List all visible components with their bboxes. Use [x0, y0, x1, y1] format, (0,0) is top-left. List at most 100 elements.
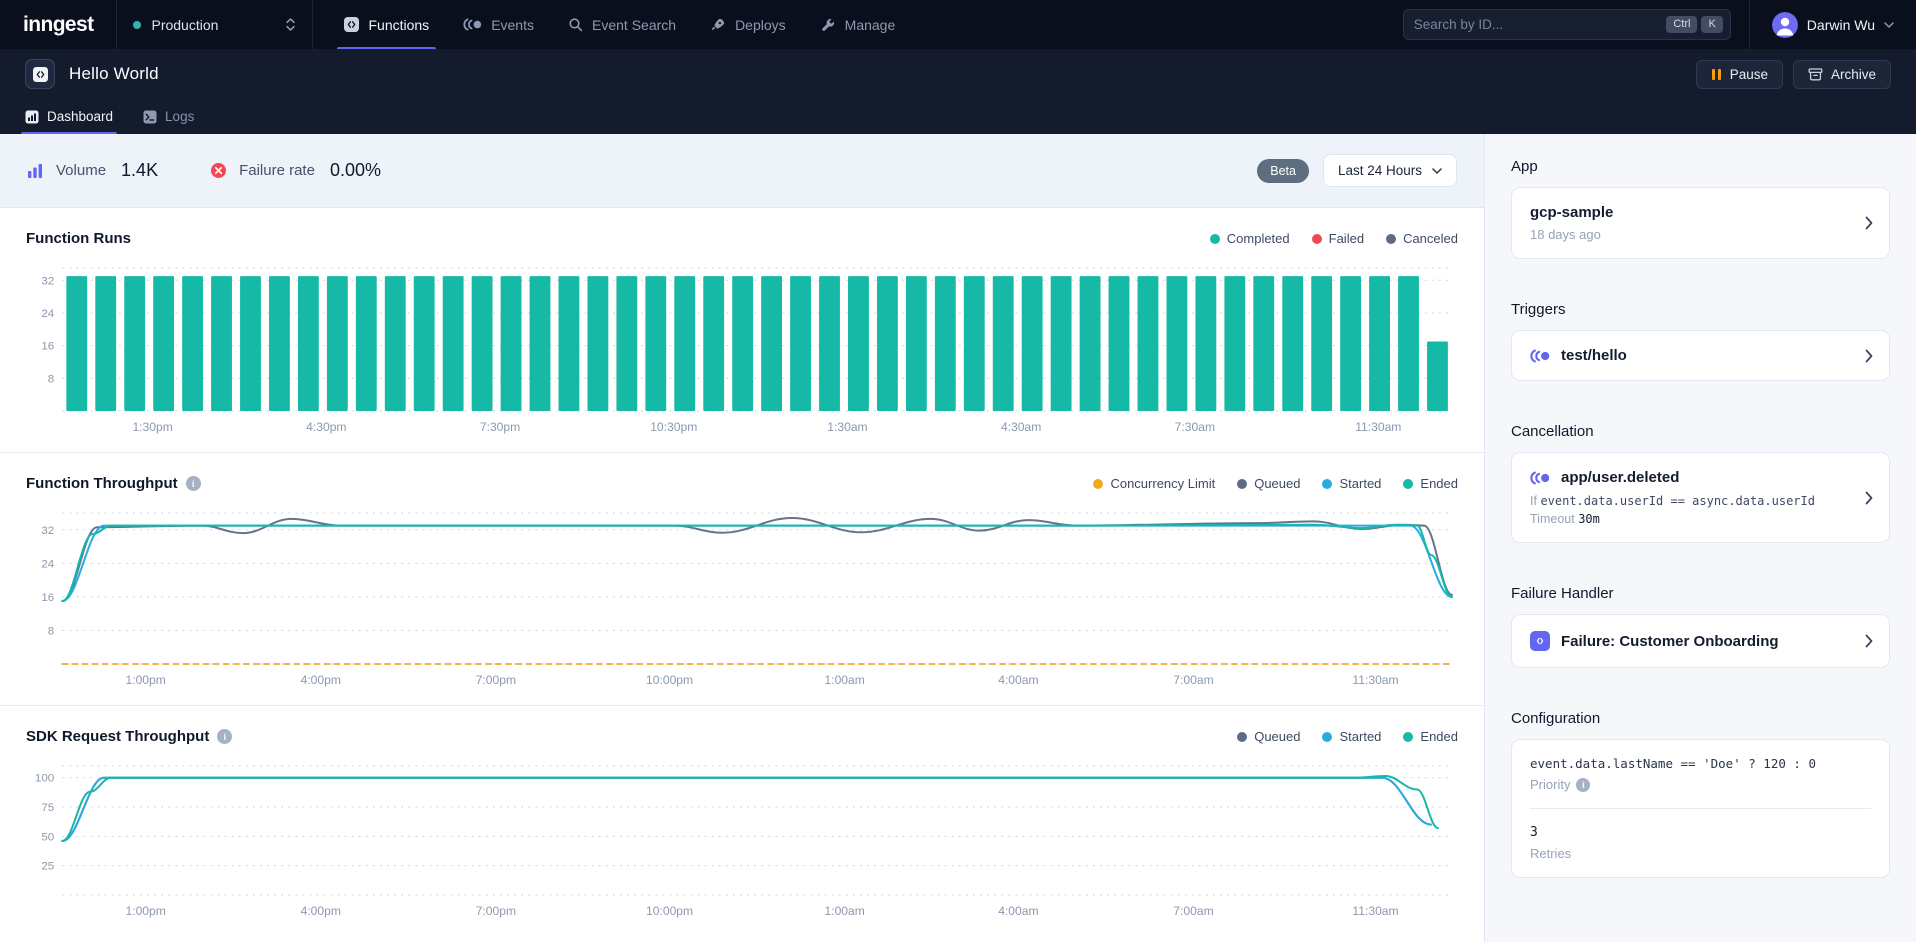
failure-rate-icon [210, 162, 227, 179]
legend-dot [1093, 479, 1103, 489]
chevron-right-icon [1865, 216, 1873, 230]
inngest-logo[interactable]: inngest [0, 0, 116, 49]
svg-text:10:00pm: 10:00pm [646, 904, 693, 918]
legend-dot [1322, 732, 1332, 742]
environment-selector[interactable]: Production [117, 0, 312, 49]
svg-text:24: 24 [41, 558, 54, 570]
app-last-synced: 18 days ago [1530, 227, 1871, 242]
logs-icon [143, 110, 157, 124]
topbar-right: Ctrl K Darwin Wu [1403, 0, 1916, 49]
triggers-heading: Triggers [1511, 301, 1890, 318]
legend-label: Completed [1227, 231, 1290, 246]
wrench-icon [820, 17, 836, 33]
app-name: gcp-sample [1530, 204, 1871, 221]
function-code-icon [1530, 631, 1550, 651]
chart-legend: Concurrency LimitQueuedStartedEnded [1093, 476, 1458, 491]
legend-label: Queued [1254, 729, 1300, 744]
nav-event-search[interactable]: Event Search [551, 0, 693, 49]
legend-item: Ended [1403, 476, 1458, 491]
nav-deploys[interactable]: Deploys [693, 0, 803, 49]
app-heading: App [1511, 158, 1890, 175]
configuration-card: event.data.lastName == 'Doe' ? 120 : 0 P… [1511, 739, 1890, 878]
nav-functions[interactable]: Functions [327, 0, 446, 49]
chart-title: Function Throughput [26, 475, 178, 492]
svg-text:4:30pm: 4:30pm [306, 420, 346, 434]
trigger-card[interactable]: test/hello [1511, 330, 1890, 381]
svg-text:10:30pm: 10:30pm [650, 420, 697, 434]
chart-legend: QueuedStartedEnded [1237, 729, 1458, 744]
sidebar: App gcp-sample 18 days ago Triggers test… [1484, 134, 1916, 942]
svg-text:7:30pm: 7:30pm [480, 420, 520, 434]
svg-text:75: 75 [41, 802, 54, 814]
function-runs-chart[interactable]: 81624321:30pm4:30pm7:30pm10:30pm1:30am4:… [26, 259, 1458, 444]
function-header: Hello World Pause Archive [0, 49, 1916, 99]
tab-label: Logs [165, 109, 194, 124]
chevron-right-icon [1865, 349, 1873, 363]
svg-text:7:30am: 7:30am [1175, 420, 1215, 434]
svg-text:1:00pm: 1:00pm [126, 904, 166, 918]
svg-text:1:00am: 1:00am [824, 673, 864, 687]
nav-manage[interactable]: Manage [803, 0, 913, 49]
sdk-throughput-chart[interactable]: 2550751001:00pm4:00pm7:00pm10:00pm1:00am… [26, 757, 1458, 928]
svg-text:16: 16 [41, 341, 54, 353]
trigger-event-name: test/hello [1561, 347, 1627, 364]
divider [1530, 808, 1871, 809]
volume-label: Volume [56, 162, 106, 179]
cancellation-card[interactable]: app/user.deleted If event.data.userId ==… [1511, 452, 1890, 543]
chart-title: SDK Request Throughput [26, 728, 209, 745]
svg-text:11:30am: 11:30am [1352, 904, 1398, 918]
cancellation-condition: event.data.userId == async.data.userId [1540, 494, 1815, 508]
volume-icon [27, 162, 44, 179]
page-title: Hello World [69, 64, 159, 84]
legend-label: Concurrency Limit [1110, 476, 1215, 491]
svg-text:7:00pm: 7:00pm [476, 904, 516, 918]
svg-text:4:00am: 4:00am [998, 904, 1038, 918]
search-box[interactable]: Ctrl K [1403, 9, 1731, 40]
legend-dot [1403, 732, 1413, 742]
tab-logs[interactable]: Logs [143, 99, 194, 134]
svg-text:32: 32 [41, 525, 54, 537]
function-runs-section: Function Runs CompletedFailedCanceled 81… [0, 208, 1484, 453]
retries-value: 3 [1530, 825, 1871, 840]
pause-button[interactable]: Pause [1696, 60, 1783, 89]
svg-text:1:00am: 1:00am [824, 904, 864, 918]
nav-events[interactable]: Events [446, 0, 551, 49]
function-throughput-section: Function Throughput i Concurrency LimitQ… [0, 453, 1484, 706]
charts: Function Runs CompletedFailedCanceled 81… [0, 208, 1484, 942]
svg-text:1:00pm: 1:00pm [126, 673, 166, 687]
svg-text:4:00pm: 4:00pm [301, 673, 341, 687]
dashboard-icon [25, 110, 39, 124]
time-range-dropdown[interactable]: Last 24 Hours [1323, 154, 1457, 187]
failure-handler-card[interactable]: Failure: Customer Onboarding [1511, 614, 1890, 668]
priority-label: Priority [1530, 777, 1570, 792]
svg-text:7:00am: 7:00am [1173, 904, 1213, 918]
shortcut-key-k: K [1701, 16, 1722, 33]
svg-text:8: 8 [48, 625, 54, 637]
failure-rate-stat: Failure rate 0.00% [210, 160, 381, 181]
volume-stat: Volume 1.4K [27, 160, 158, 181]
user-menu[interactable]: Darwin Wu [1750, 0, 1916, 49]
app-card[interactable]: gcp-sample 18 days ago [1511, 187, 1890, 259]
chevron-up-down-icon [285, 17, 296, 32]
pause-label: Pause [1730, 67, 1768, 82]
archive-label: Archive [1831, 67, 1876, 82]
search-input[interactable] [1414, 17, 1663, 32]
volume-value: 1.4K [121, 160, 158, 181]
nav-label: Deploys [735, 17, 786, 33]
svg-text:7:00pm: 7:00pm [476, 673, 516, 687]
info-icon[interactable]: i [217, 729, 232, 744]
time-range-label: Last 24 Hours [1338, 163, 1422, 178]
event-search-icon [568, 17, 583, 32]
info-icon[interactable]: i [1576, 778, 1590, 792]
svg-text:24: 24 [41, 308, 54, 320]
svg-text:7:00am: 7:00am [1173, 673, 1213, 687]
archive-button[interactable]: Archive [1793, 60, 1891, 89]
info-icon[interactable]: i [186, 476, 201, 491]
tab-dashboard[interactable]: Dashboard [25, 99, 113, 134]
pause-icon [1711, 68, 1722, 81]
charts-column: Volume 1.4K Failure rate 0.00% Beta Last… [0, 134, 1484, 942]
avatar [1772, 12, 1798, 38]
cancellation-event-name: app/user.deleted [1561, 469, 1679, 486]
chart-canvas: 2550751001:00pm4:00pm7:00pm10:00pm1:00am… [26, 757, 1458, 923]
function-throughput-chart[interactable]: 81624321:00pm4:00pm7:00pm10:00pm1:00am4:… [26, 504, 1458, 697]
